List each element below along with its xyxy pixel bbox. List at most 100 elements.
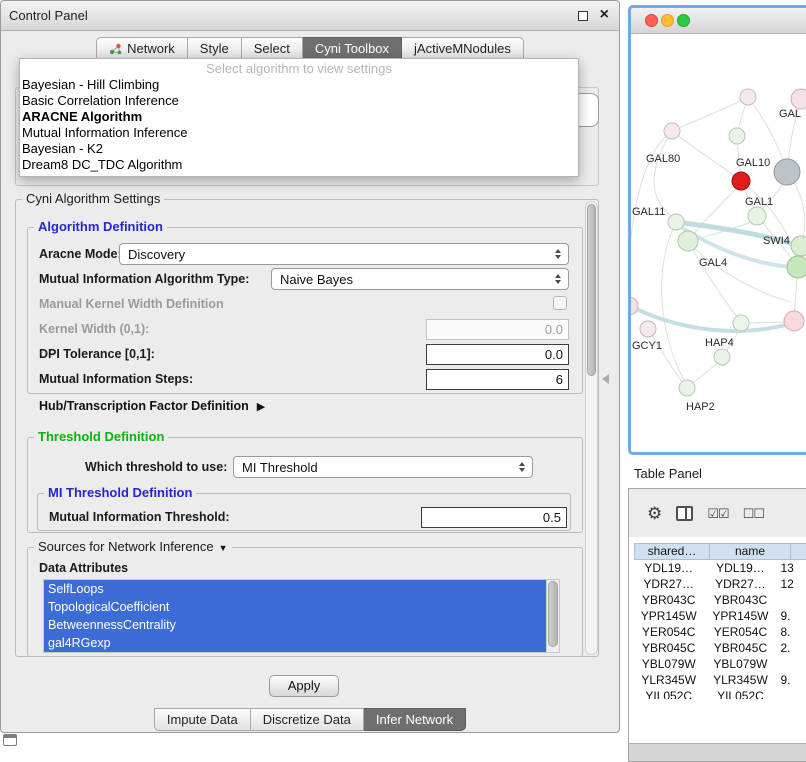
table-cell: YBR043C [703,592,777,608]
dropdown-item[interactable]: ARACNE Algorithm [20,109,578,125]
scrollbar-thumb[interactable] [587,204,596,376]
network-node[interactable] [787,256,806,278]
tab-jactivemnodules[interactable]: jActiveMNodules [402,37,524,60]
bottom-tab-bar: Impute Data Discretize Data Infer Networ… [1,708,619,731]
dropdown-item[interactable]: Dream8 DC_TDC Algorithm [20,157,578,173]
network-node[interactable] [664,123,680,139]
settings-scrollbar[interactable] [585,201,598,655]
network-node[interactable] [640,321,656,337]
dropdown-item[interactable]: Bayesian - Hill Climbing [20,77,578,93]
dpi-tolerance-field[interactable]: 0.0 [426,344,569,365]
which-threshold-combobox[interactable]: MI Threshold [233,456,533,478]
table-cell: 9. [777,608,806,624]
aracne-mode-combobox[interactable]: Discovery [119,243,569,265]
table-row[interactable]: YLR345WYLR345W9. [634,672,806,688]
column-header-name[interactable]: name [710,543,791,560]
columns-icon[interactable] [676,506,693,521]
table-row[interactable]: YDL19…YDL19…13 [634,560,806,576]
manual-kernel-width-checkbox[interactable] [553,296,567,310]
network-node[interactable] [784,311,804,331]
node-label: GCY1 [632,340,662,352]
attribute-item[interactable]: SelfLoops [44,580,546,598]
network-edge [679,97,748,128]
mi-steps-field[interactable]: 6 [426,369,569,390]
table-row[interactable]: YPR145WYPR145W9. [634,608,806,624]
table-row[interactable]: YDR27…YDR27…12 [634,576,806,592]
node-label: HAP4 [705,337,734,349]
network-node[interactable] [733,315,749,331]
tab-discretize-data[interactable]: Discretize Data [251,708,364,731]
tab-select[interactable]: Select [242,37,303,60]
network-edge [654,131,673,217]
column-header-shared-name[interactable]: shared… [634,543,710,560]
algorithm-dropdown: Select algorithm to view settings Bayesi… [19,58,579,177]
kernel-width-field[interactable]: 0.0 [426,319,569,340]
table-row[interactable]: YBL079WYBL079W [634,656,806,672]
minimized-panel-icon[interactable] [3,734,17,746]
network-canvas[interactable]: GALGAL80GAL10GAL11GAL1SWI4GAL4GCY1HAP4HA… [631,34,806,455]
network-node[interactable] [678,231,698,251]
table-cell [777,688,806,699]
scrollbar-thumb[interactable] [548,581,558,647]
network-node[interactable] [714,349,730,365]
network-node[interactable] [679,380,695,396]
select-all-checkboxes-icon[interactable]: ☑☑ [707,507,728,520]
mi-threshold-field[interactable]: 0.5 [421,507,567,528]
network-node[interactable] [748,207,766,225]
network-view-window: GALGAL80GAL10GAL11GAL1SWI4GAL4GCY1HAP4HA… [628,5,806,455]
mi-threshold-label: Mutual Information Threshold: [49,510,230,524]
tab-impute-data[interactable]: Impute Data [154,708,251,731]
table-cell: 13 [777,560,806,576]
tab-style[interactable]: Style [188,37,242,60]
data-attributes-list: SelfLoopsTopologicalCoefficientBetweenne… [44,580,546,652]
zoom-traffic-light[interactable] [677,14,690,27]
table-row[interactable]: YER054CYER054C8. [634,624,806,640]
dropdown-item[interactable]: Bayesian - K2 [20,141,578,157]
close-icon[interactable]: × [600,6,609,24]
attribute-item[interactable]: gal4RGexp [44,634,546,652]
dropdown-item[interactable]: Mutual Information Inference [20,125,578,141]
network-node[interactable] [668,214,684,230]
clear-all-checkboxes-icon[interactable]: ☐☐ [743,507,764,520]
table-row[interactable]: YBR045CYBR045C2. [634,640,806,656]
hub-definition-toggle[interactable]: Hub/Transcription Factor Definition ▶ [39,399,265,413]
close-traffic-light[interactable] [645,14,658,27]
table-cell: YDL19… [634,560,703,576]
network-node[interactable] [774,159,800,185]
table-toolbar: ⚙ ☑☑ ☐☐ [629,489,806,537]
network-window-titlebar[interactable] [631,8,806,34]
network-node[interactable] [791,236,806,256]
combobox-arrows-icon [512,462,532,472]
tab-label: Select [254,41,290,56]
network-node[interactable] [732,172,750,190]
group-title: Threshold Definition [34,429,168,444]
tab-label: Impute Data [167,712,238,727]
table-row[interactable]: YBR043CYBR043C [634,592,806,608]
minimize-traffic-light[interactable] [661,14,674,27]
dropdown-item[interactable]: Basic Correlation Inference [20,93,578,109]
table-cell: YBR045C [634,640,703,656]
sources-toggle[interactable]: Sources for Network Inference▼ [34,539,232,554]
table-row[interactable]: YIL052CYIL052C [634,688,806,699]
float-window-icon[interactable] [578,11,588,21]
data-attributes-listbox: SelfLoopsTopologicalCoefficientBetweenne… [43,579,560,653]
list-scrollbar[interactable] [546,580,559,652]
tab-network[interactable]: Network [96,37,188,60]
combobox-value: MI Threshold [234,460,512,475]
column-header-clipped[interactable] [791,543,806,560]
gear-icon[interactable]: ⚙ [647,505,662,522]
attribute-item[interactable]: BetweennessCentrality [44,616,546,634]
pane-collapse-arrow[interactable] [602,374,609,384]
tab-infer-network[interactable]: Infer Network [364,708,466,731]
mi-algorithm-type-combobox[interactable]: Naive Bayes [271,268,569,290]
tab-cyni-toolbox[interactable]: Cyni Toolbox [303,37,402,60]
which-threshold-label: Which threshold to use: [85,460,227,474]
combobox-arrows-icon [548,274,568,284]
apply-button[interactable]: Apply [269,675,339,697]
network-node[interactable] [740,89,756,105]
network-node[interactable] [729,128,745,144]
attribute-item[interactable]: TopologicalCoefficient [44,598,546,616]
network-node[interactable] [791,89,806,109]
network-node[interactable] [631,297,638,315]
table-cell: YPR145W [634,608,703,624]
